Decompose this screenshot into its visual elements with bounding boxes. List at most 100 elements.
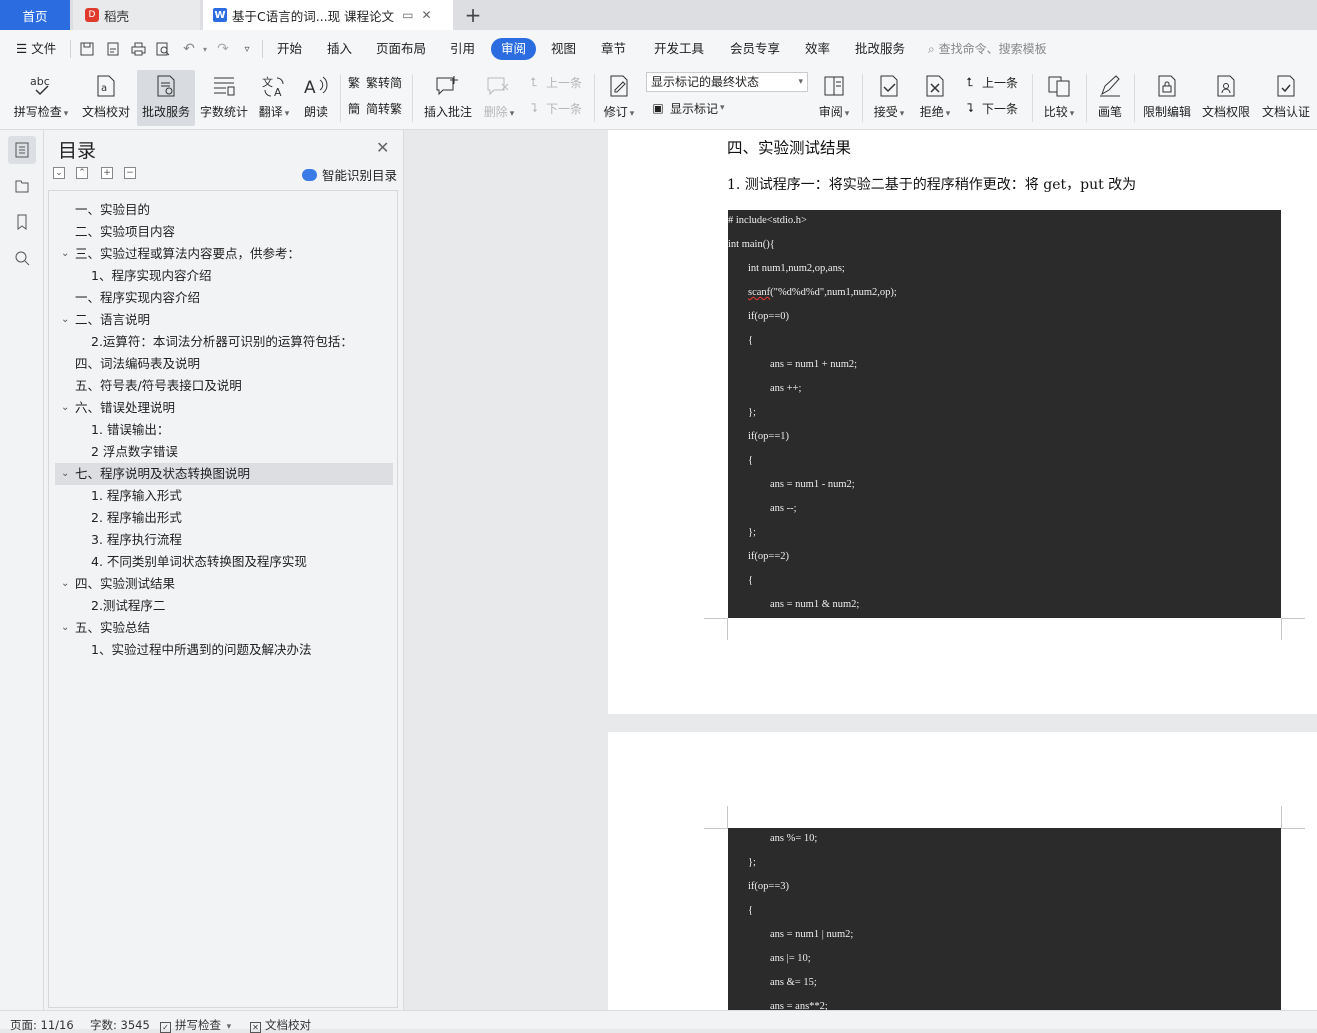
spelling-error-mark[interactable]: scanf — [748, 287, 770, 298]
chevron-down-icon[interactable]: ⌄ — [61, 243, 69, 265]
status-spell-check-label: 拼写检查 — [175, 1018, 221, 1032]
word-count-button[interactable]: 字数统计 — [198, 70, 250, 126]
menu-references[interactable]: 引用 — [450, 38, 475, 60]
collapse-all-icon[interactable]: ⌄ — [53, 167, 65, 179]
menu-dev-tools[interactable]: 开发工具 — [654, 38, 704, 60]
save-icon[interactable] — [78, 39, 96, 59]
menu-correction[interactable]: 批改服务 — [855, 38, 905, 60]
undo-dropdown-icon[interactable]: ▾ — [196, 39, 214, 59]
menu-chapter[interactable]: 章节 — [601, 38, 626, 60]
command-search[interactable]: ⌕ 查找命令、搜索模板 — [928, 38, 1047, 60]
remove-heading-icon[interactable]: − — [124, 167, 136, 179]
close-tab-icon[interactable]: ✕ — [421, 8, 431, 22]
word-count-indicator[interactable]: 字数: 3545 — [90, 1017, 150, 1033]
print-preview-icon[interactable] — [154, 39, 172, 59]
chevron-down-icon[interactable]: ⌄ — [61, 573, 69, 595]
menu-member[interactable]: 会员专享 — [730, 38, 780, 60]
toc-item[interactable]: 一、程序实现内容介绍 — [55, 287, 393, 309]
code-line: ans = ans**2; — [770, 1001, 828, 1010]
file-menu[interactable]: ☰ 文件 — [16, 38, 56, 60]
search-icon[interactable] — [8, 244, 36, 272]
spell-check-button[interactable]: abc 拼写检查 ▾ — [8, 70, 74, 126]
chevron-down-icon[interactable]: ⌄ — [61, 397, 69, 419]
paragraph: 1. 测试程序一：将实验二基于的程序稍作更改：将 get，put 改为 — [727, 177, 1137, 193]
markup-state-select[interactable]: 显示标记的最终状态 ▾ — [646, 72, 808, 92]
menu-efficiency[interactable]: 效率 — [805, 38, 830, 60]
status-spell-check[interactable]: ✓ 拼写检查 ▾ — [160, 1017, 231, 1033]
revise-button[interactable]: 修订 ▾ — [600, 70, 638, 126]
read-aloud-button[interactable]: A 朗读 — [298, 70, 334, 126]
toc-view-icon[interactable] — [8, 136, 36, 164]
print-icon[interactable] — [129, 39, 147, 59]
pen-button[interactable]: 画笔 — [1092, 70, 1128, 126]
status-doc-proofread[interactable]: ✕ 文档校对 — [250, 1017, 311, 1033]
doc-certify-button[interactable]: 文档认证 — [1258, 70, 1314, 126]
toc-item[interactable]: ⌄ 七、程序说明及状态转换图说明 — [55, 463, 393, 485]
toc-item[interactable]: 2.运算符：本词法分析器可识别的运算符包括： — [55, 331, 393, 353]
compare-button[interactable]: 比较 ▾ — [1038, 70, 1080, 126]
export-pdf-icon[interactable] — [104, 39, 122, 59]
toc-item[interactable]: 4. 不同类别单词状态转换图及程序实现 — [55, 551, 393, 573]
redo-icon[interactable]: ↷ — [214, 39, 232, 59]
tab-daoke[interactable]: D 稻壳 — [73, 0, 200, 30]
insert-comment-button[interactable]: 插入批注 — [420, 70, 476, 126]
toc-item[interactable]: 2 浮点数字错误 — [55, 441, 393, 463]
chapter-nav-icon[interactable] — [8, 172, 36, 200]
smart-toc-button[interactable]: 智能识别目录 — [302, 165, 397, 184]
reject-button[interactable]: 拒绝 ▾ — [914, 70, 956, 126]
chevron-down-icon[interactable]: ⌄ — [61, 617, 69, 639]
tab-document[interactable]: W 基于C语言的词...现 课程论文 ▭ ✕ — [203, 0, 453, 30]
doc-proofread-button[interactable]: a 文档校对 — [78, 70, 134, 126]
bookmark-icon[interactable] — [8, 208, 36, 236]
certify-doc-icon — [1272, 73, 1300, 99]
menu-page-layout[interactable]: 页面布局 — [376, 38, 426, 60]
page-indicator[interactable]: 页面: 11/16 — [10, 1017, 74, 1033]
menu-review[interactable]: 审阅 — [491, 38, 537, 60]
review-pane-button[interactable]: 审阅 ▾ — [814, 70, 854, 126]
toc-item[interactable]: 四、词法编码表及说明 — [55, 353, 393, 375]
document-area[interactable]: 四、实验测试结果 1. 测试程序一：将实验二基于的程序稍作更改：将 get，pu… — [404, 130, 1317, 1010]
pin-tab-icon[interactable]: ▭ — [402, 8, 413, 22]
toc-item[interactable]: 2. 程序输出形式 — [55, 507, 393, 529]
doc-permission-button[interactable]: 文档权限 — [1198, 70, 1254, 126]
toc-item[interactable]: 3. 程序执行流程 — [55, 529, 393, 551]
toc-item[interactable]: 一、实验目的 — [55, 199, 393, 221]
navigation-strip — [0, 130, 44, 1010]
traditional-to-simplified-button[interactable]: 繁繁转简 — [346, 72, 402, 92]
menu-insert[interactable]: 插入 — [327, 38, 352, 60]
toc-item[interactable]: 1. 错误输出： — [55, 419, 393, 441]
toc-item[interactable]: ⌄ 三、实验过程或算法内容要点，供参考： — [55, 243, 393, 265]
prev-change-button[interactable]: ⮤ 上一条 — [962, 72, 1018, 92]
new-tab-button[interactable]: + — [462, 3, 484, 27]
tab-home[interactable]: 首页 — [0, 0, 70, 30]
next-change-button[interactable]: ⮧ 下一条 — [962, 98, 1018, 118]
next-comment-button[interactable]: ⮧ 下一条 — [526, 98, 582, 118]
simplified-to-traditional-button[interactable]: 簡简转繁 — [346, 98, 402, 118]
toc-item[interactable]: 1、程序实现内容介绍 — [55, 265, 393, 287]
customize-toolbar-icon[interactable]: ▿ — [238, 39, 256, 59]
close-icon[interactable]: ✕ — [376, 138, 389, 157]
show-markup-button[interactable]: ▣ 显示标记 ▾ — [650, 98, 724, 118]
toc-item[interactable]: ⌄ 四、实验测试结果 — [55, 573, 393, 595]
translate-button[interactable]: 文A 翻译 ▾ — [254, 70, 294, 126]
accept-button[interactable]: 接受 ▾ — [868, 70, 910, 126]
correction-service-button[interactable]: 批改服务 — [137, 70, 195, 126]
menu-view[interactable]: 视图 — [551, 38, 576, 60]
menu-start[interactable]: 开始 — [277, 38, 302, 60]
toc-item[interactable]: 2.测试程序二 — [55, 595, 393, 617]
toc-item[interactable]: 1. 程序输入形式 — [55, 485, 393, 507]
toc-item[interactable]: 二、实验项目内容 — [55, 221, 393, 243]
chevron-down-icon[interactable]: ⌄ — [61, 309, 69, 331]
toc-item[interactable]: ⌄ 六、错误处理说明 — [55, 397, 393, 419]
toc-item[interactable]: ⌄ 五、实验总结 — [55, 617, 393, 639]
delete-comment-button[interactable]: 删除 ▾ — [478, 70, 520, 126]
code-line: ans = num1 + num2; — [770, 359, 858, 370]
expand-all-icon[interactable]: ⌃ — [76, 167, 88, 179]
prev-comment-button[interactable]: ⮤ 上一条 — [526, 72, 582, 92]
chevron-down-icon[interactable]: ⌄ — [61, 463, 69, 485]
add-heading-icon[interactable]: + — [101, 167, 113, 179]
toc-item[interactable]: 1、实验过程中所遇到的问题及解决办法 — [55, 639, 393, 661]
restrict-edit-button[interactable]: 限制编辑 — [1140, 70, 1194, 126]
toc-item[interactable]: ⌄ 二、语言说明 — [55, 309, 393, 331]
toc-item[interactable]: 五、符号表/符号表接口及说明 — [55, 375, 393, 397]
